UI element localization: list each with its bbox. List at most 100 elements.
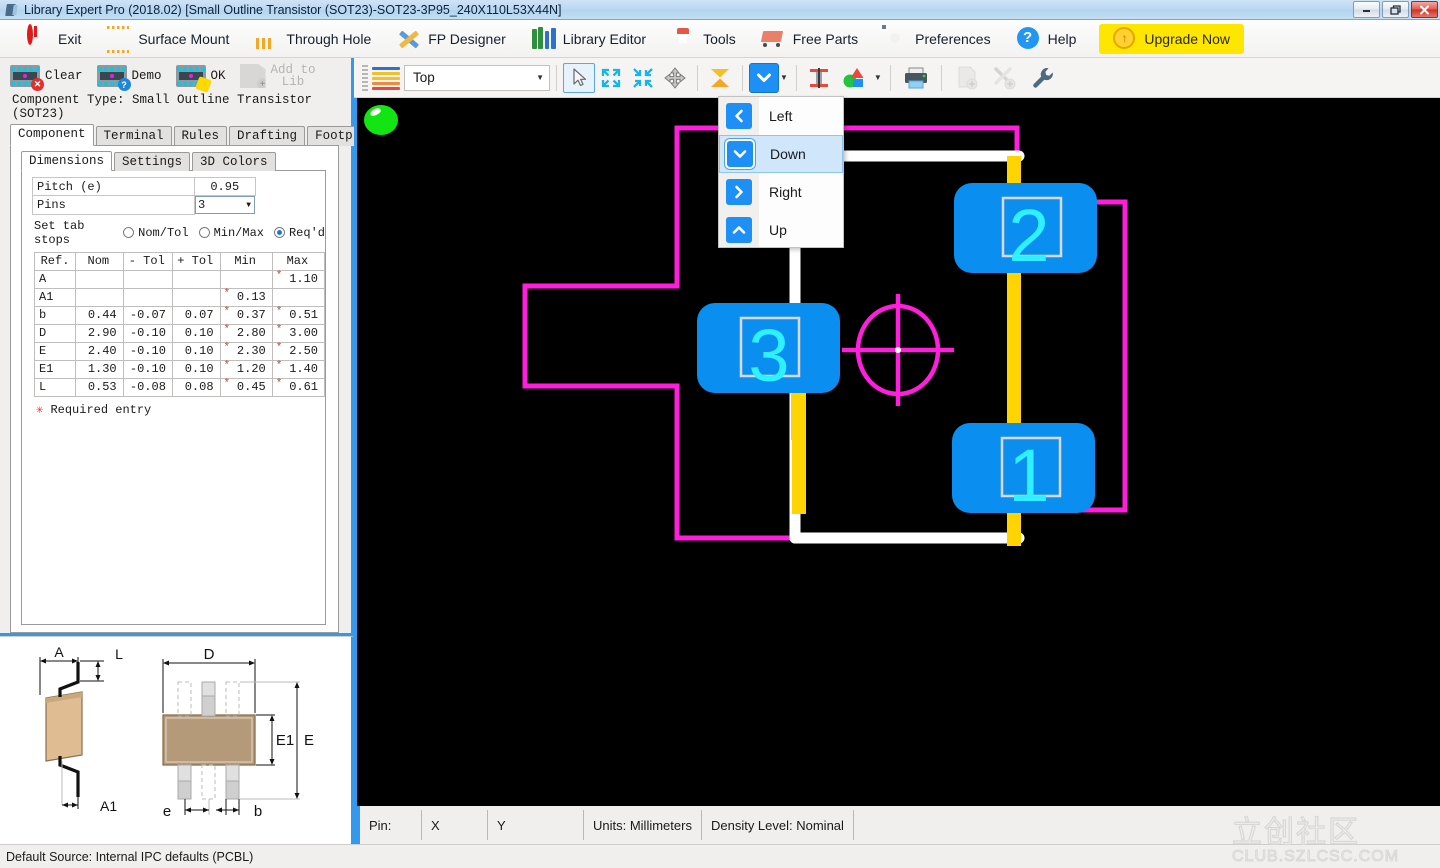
gear-icon [884, 27, 908, 51]
cell-min[interactable] [220, 270, 272, 288]
ribbon-item-exit[interactable]: Exit [14, 23, 94, 55]
cell-plus-tol[interactable]: 0.10 [172, 360, 220, 378]
ok-button[interactable]: OK [176, 65, 226, 87]
ribbon-item-help[interactable]: ? Help [1004, 23, 1090, 55]
cell-nom[interactable]: 1.30 [76, 360, 124, 378]
cell-minus-tol[interactable] [123, 288, 172, 306]
required-star: * [276, 342, 283, 354]
cell-plus-tol[interactable] [172, 270, 220, 288]
dropdown-item-left[interactable]: Left [719, 97, 843, 135]
close-button[interactable] [1411, 1, 1438, 18]
toolbar-grip[interactable] [362, 65, 368, 91]
clear-button[interactable]: ✕ Clear [10, 65, 83, 87]
restore-button[interactable] [1382, 1, 1409, 18]
cell-plus-tol[interactable]: 0.10 [172, 324, 220, 342]
cell-nom[interactable]: 2.40 [76, 342, 124, 360]
edit-tools-button[interactable] [986, 63, 1024, 93]
pins-select[interactable]: 3 ▼ [195, 196, 255, 214]
ribbon-item-free-parts[interactable]: Free Parts [749, 23, 871, 55]
ribbon-item-library-editor[interactable]: Library Editor [519, 23, 659, 55]
radio-reqd[interactable]: Req'd [274, 226, 325, 240]
cell-min[interactable]: *0.37 [220, 306, 272, 324]
tab-rules[interactable]: Rules [174, 126, 228, 146]
cell-ref: D [35, 324, 76, 342]
cell-plus-tol[interactable]: 0.07 [172, 306, 220, 324]
cell-ref: E [35, 342, 76, 360]
cell-max[interactable]: *1.40 [272, 360, 324, 378]
zoom-shrink-button[interactable] [627, 63, 659, 93]
tab-component[interactable]: Component [10, 124, 94, 146]
align-center-button[interactable] [803, 63, 835, 93]
header-min: Min [220, 252, 272, 270]
radio-min-max[interactable]: Min/Max [199, 226, 264, 240]
cell-min[interactable]: *0.13 [220, 288, 272, 306]
demo-button[interactable]: ? Demo [97, 65, 162, 87]
cell-minus-tol[interactable]: -0.10 [123, 324, 172, 342]
header-plus-tol: + Tol [172, 252, 220, 270]
application-window: Library Expert Pro (2018.02) [Small Outl… [0, 0, 1440, 868]
cell-nom[interactable]: 0.53 [76, 378, 124, 396]
cell-minus-tol[interactable] [123, 270, 172, 288]
pitch-input[interactable]: 0.95 [195, 178, 256, 196]
ribbon-item-preferences[interactable]: Preferences [871, 23, 1003, 55]
cell-plus-tol[interactable]: 0.08 [172, 378, 220, 396]
footprint-canvas[interactable]: 2 3 1 [357, 98, 1440, 806]
toolbox-icon [672, 27, 696, 51]
cell-max[interactable]: *0.61 [272, 378, 324, 396]
subtab-dimensions[interactable]: Dimensions [21, 151, 112, 171]
cell-min[interactable]: *1.20 [220, 360, 272, 378]
layer-select[interactable]: Top ▼ [404, 65, 550, 91]
cell-min[interactable]: *2.80 [220, 324, 272, 342]
select-arrow-button[interactable] [563, 63, 595, 93]
minimize-button[interactable] [1353, 1, 1380, 18]
flip-vertical-icon [709, 67, 731, 89]
subtab-3d-colors[interactable]: 3D Colors [192, 152, 276, 171]
cell-nom[interactable]: 0.44 [76, 306, 124, 324]
cell-plus-tol[interactable]: 0.10 [172, 342, 220, 360]
subtab-settings[interactable]: Settings [114, 152, 190, 171]
color-shapes-button[interactable] [835, 63, 873, 93]
cell-min[interactable]: *0.45 [220, 378, 272, 396]
wrench-settings-button[interactable] [1024, 63, 1062, 93]
pan-move-button[interactable] [659, 63, 691, 93]
ribbon-item-through-hole[interactable]: Through Hole [242, 23, 384, 55]
flip-vertical-button[interactable] [704, 63, 736, 93]
ribbon-item-surface-mount[interactable]: Surface Mount [94, 23, 242, 55]
print-button[interactable] [897, 63, 935, 93]
radio-nom-tol[interactable]: Nom/Tol [123, 226, 188, 240]
orientation-dropdown-caret[interactable]: ▼ [780, 73, 788, 82]
cell-minus-tol[interactable]: -0.07 [123, 306, 172, 324]
ribbon-label: Upgrade Now [1144, 31, 1230, 47]
dropdown-item-right[interactable]: Right [719, 173, 843, 211]
tab-drafting[interactable]: Drafting [229, 126, 305, 146]
color-dropdown-caret[interactable]: ▼ [874, 73, 882, 82]
cell-minus-tol[interactable]: -0.10 [123, 360, 172, 378]
cell-max[interactable]: *0.51 [272, 306, 324, 324]
cell-minus-tol[interactable]: -0.10 [123, 342, 172, 360]
zoom-fit-button[interactable] [595, 63, 627, 93]
cell-max[interactable]: *2.50 [272, 342, 324, 360]
title-bar: Library Expert Pro (2018.02) [Small Outl… [0, 0, 1440, 20]
toolbar-separator [556, 65, 557, 91]
tab-terminal[interactable]: Terminal [96, 126, 172, 146]
cell-max[interactable]: *1.10 [272, 270, 324, 288]
cell-max[interactable]: *3.00 [272, 324, 324, 342]
ribbon-item-upgrade-now[interactable]: ↑ Upgrade Now [1099, 24, 1244, 54]
cell-plus-tol[interactable] [172, 288, 220, 306]
cell-nom[interactable] [76, 288, 124, 306]
add-to-lib-button[interactable]: + Add to Lib [240, 64, 316, 88]
expand-arrows-icon [600, 67, 622, 89]
radio-label: Req'd [289, 226, 325, 240]
ribbon-item-tools[interactable]: Tools [659, 23, 749, 55]
panel-tabs: Component Terminal Rules Drafting Footpr… [0, 126, 351, 146]
cell-minus-tol[interactable]: -0.08 [123, 378, 172, 396]
dropdown-item-up[interactable]: Up [719, 211, 843, 249]
orientation-down-button[interactable] [749, 63, 779, 93]
cell-nom[interactable]: 2.90 [76, 324, 124, 342]
ribbon-item-fp-designer[interactable]: FP Designer [384, 23, 519, 55]
dropdown-item-down[interactable]: Down [719, 135, 843, 173]
cell-min[interactable]: *2.30 [220, 342, 272, 360]
cell-max[interactable] [272, 288, 324, 306]
cell-nom[interactable] [76, 270, 124, 288]
new-document-button[interactable] [948, 63, 986, 93]
